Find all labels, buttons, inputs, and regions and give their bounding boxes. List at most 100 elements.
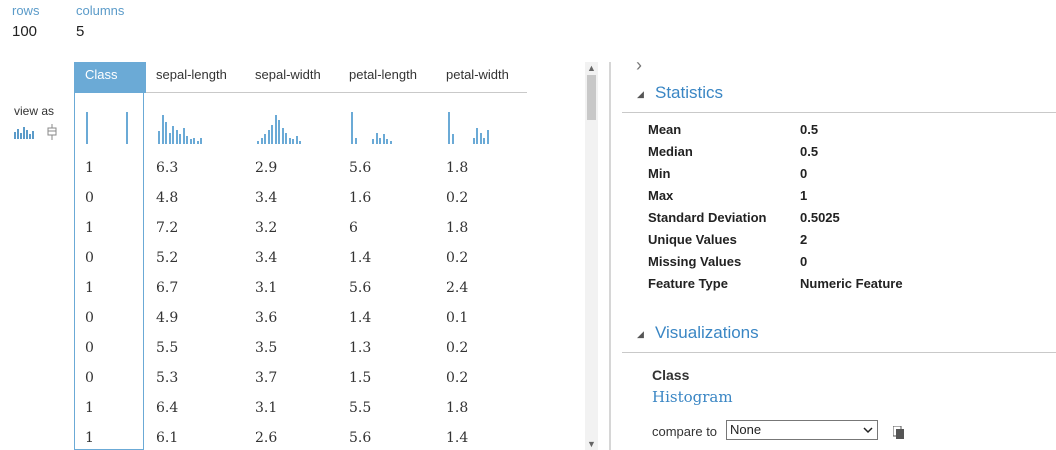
- table-cell[interactable]: 6.4: [156, 398, 178, 418]
- mini-histogram-bar: [292, 139, 294, 144]
- table-cell[interactable]: 5.3: [156, 368, 178, 388]
- table-cell[interactable]: 6.1: [156, 428, 178, 448]
- table-cell[interactable]: 3.2: [255, 218, 277, 238]
- table-cell[interactable]: 3.1: [255, 398, 277, 418]
- stat-name: Feature Type: [648, 276, 728, 291]
- table-cell[interactable]: 1: [85, 278, 94, 298]
- mini-histogram-bar: [375, 133, 378, 144]
- mini-histogram-bar: [351, 112, 353, 144]
- table-cell[interactable]: 1: [85, 158, 94, 178]
- stat-value: 2: [800, 232, 808, 247]
- table-cell[interactable]: 3.6: [255, 308, 277, 328]
- table-cell[interactable]: 1: [85, 398, 94, 418]
- mini-histogram-bar: [476, 128, 478, 144]
- statistics-title[interactable]: Statistics: [655, 83, 723, 103]
- table-cell[interactable]: 0: [85, 368, 94, 388]
- table-cell[interactable]: 0: [85, 338, 94, 358]
- copy-icon[interactable]: [893, 426, 905, 440]
- table-cell[interactable]: 6.7: [156, 278, 178, 298]
- table-cell[interactable]: 5.5: [156, 338, 178, 358]
- table-cell[interactable]: 3.1: [255, 278, 277, 298]
- scroll-up-arrow-icon[interactable]: ▲: [585, 62, 598, 74]
- table-cell[interactable]: 5.6: [349, 428, 371, 448]
- table-cell[interactable]: 0: [85, 188, 94, 208]
- mini-histogram-bar: [285, 133, 287, 144]
- column-header-petal-length[interactable]: petal-length: [349, 62, 444, 93]
- mini-histogram-bar: [288, 138, 291, 144]
- rows-label: rows: [12, 3, 40, 18]
- scroll-down-arrow-icon[interactable]: ▼: [585, 438, 598, 450]
- boxplot-view-icon[interactable]: [46, 124, 58, 140]
- table-cell[interactable]: 2.9: [255, 158, 277, 178]
- table-cell[interactable]: 1.8: [446, 158, 468, 178]
- table-cell[interactable]: 1.3: [349, 338, 371, 358]
- table-cell[interactable]: 1: [85, 428, 94, 448]
- table-cell[interactable]: 4.8: [156, 188, 178, 208]
- mini-histogram-bar: [299, 141, 301, 144]
- table-cell[interactable]: 5.5: [349, 398, 371, 418]
- stat-name: Unique Values: [648, 232, 737, 247]
- table-cell[interactable]: 1.8: [446, 218, 468, 238]
- mini-histogram-bar: [386, 139, 388, 144]
- column-mini-histogram: [351, 104, 399, 144]
- mini-histogram-bar: [200, 138, 202, 144]
- histogram-view-icon[interactable]: [14, 124, 36, 140]
- stat-name: Standard Deviation: [648, 210, 767, 225]
- table-cell[interactable]: 0.2: [446, 248, 468, 268]
- table-cell[interactable]: 1.8: [446, 398, 468, 418]
- column-header-class[interactable]: Class: [74, 62, 146, 93]
- table-cell[interactable]: 0.2: [446, 338, 468, 358]
- table-cell[interactable]: 1.6: [349, 188, 371, 208]
- histogram-link[interactable]: Histogram: [652, 388, 733, 406]
- mini-histogram-bar: [182, 128, 185, 144]
- table-cell[interactable]: 0.2: [446, 368, 468, 388]
- mini-histogram-bar: [257, 141, 259, 144]
- compare-to-select[interactable]: None: [726, 420, 878, 440]
- collapse-statistics-icon[interactable]: ◢: [637, 89, 644, 100]
- table-cell[interactable]: 5.6: [349, 158, 371, 178]
- table-cell[interactable]: 3.7: [255, 368, 277, 388]
- table-cell[interactable]: 5.6: [349, 278, 371, 298]
- mini-histogram-bar: [379, 138, 381, 144]
- statistics-rule: [622, 112, 1056, 113]
- table-cell[interactable]: 4.9: [156, 308, 178, 328]
- table-cell[interactable]: 3.4: [255, 248, 277, 268]
- mini-histogram-bar: [389, 141, 392, 144]
- stat-value: 1: [800, 188, 808, 203]
- table-cell[interactable]: 1: [85, 218, 94, 238]
- table-cell[interactable]: 0.2: [446, 188, 468, 208]
- mini-histogram-bar: [281, 128, 284, 144]
- mini-histogram-bar: [483, 138, 485, 144]
- table-cell[interactable]: 7.2: [156, 218, 178, 238]
- stat-name: Max: [648, 188, 674, 203]
- mini-histogram-bar: [189, 139, 192, 144]
- table-cell[interactable]: 3.5: [255, 338, 277, 358]
- table-cell[interactable]: 2.6: [255, 428, 277, 448]
- stat-name: Missing Values: [648, 254, 742, 269]
- table-cell[interactable]: 0: [85, 308, 94, 328]
- column-header-sepal-length[interactable]: sepal-length: [156, 62, 251, 93]
- collapse-visualizations-icon[interactable]: ◢: [637, 329, 644, 340]
- column-header-petal-width[interactable]: petal-width: [446, 62, 531, 93]
- table-cell[interactable]: 6: [349, 218, 358, 238]
- column-header-sepal-width[interactable]: sepal-width: [255, 62, 345, 93]
- columns-value: 5: [76, 23, 85, 40]
- table-cell[interactable]: 2.4: [446, 278, 468, 298]
- table-cell[interactable]: 6.3: [156, 158, 178, 178]
- mini-histogram-bar: [271, 125, 273, 144]
- table-cell[interactable]: 1.4: [446, 428, 468, 448]
- table-cell[interactable]: 1.4: [349, 308, 371, 328]
- visualizations-title[interactable]: Visualizations: [655, 323, 759, 343]
- column-mini-histogram: [86, 104, 132, 144]
- table-scrollbar[interactable]: [585, 62, 598, 450]
- table-cell[interactable]: 3.4: [255, 188, 277, 208]
- table-cell[interactable]: 5.2: [156, 248, 178, 268]
- mini-histogram-bar: [479, 133, 482, 144]
- table-cell[interactable]: 0.1: [446, 308, 468, 328]
- mini-histogram-bar: [448, 112, 450, 144]
- table-cell[interactable]: 0: [85, 248, 94, 268]
- expand-chevron-icon[interactable]: ›: [636, 55, 642, 76]
- table-cell[interactable]: 1.4: [349, 248, 371, 268]
- scrollbar-thumb[interactable]: [587, 75, 596, 120]
- table-cell[interactable]: 1.5: [349, 368, 371, 388]
